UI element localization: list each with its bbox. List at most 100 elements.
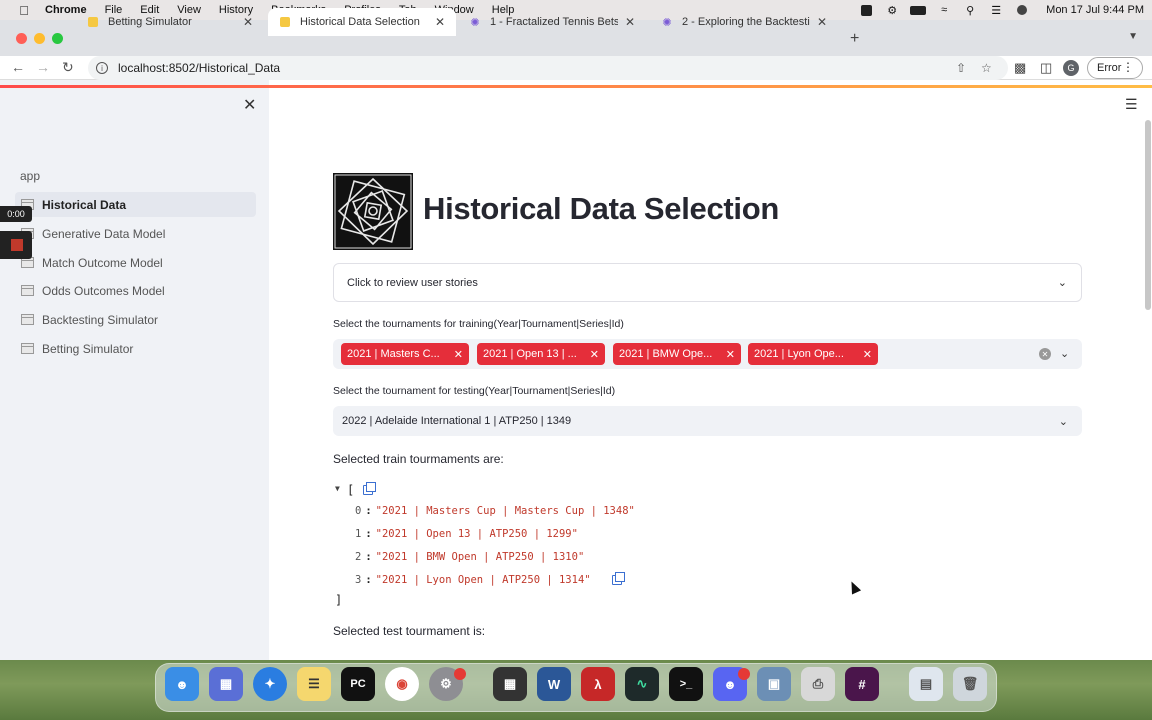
remove-chip-icon[interactable]: ✕ — [454, 348, 463, 361]
close-tab-icon[interactable]: ✕ — [624, 15, 636, 29]
tab-title: Historical Data Selection — [300, 16, 420, 28]
profile-avatar[interactable]: G — [1063, 60, 1079, 76]
json-string: "2021 | Lyon Open | ATP250 | 1314" — [375, 574, 591, 586]
train-tournaments-multiselect[interactable]: 2021 | Masters C... ✕ 2021 | Open 13 | .… — [333, 339, 1082, 369]
slack-icon[interactable]: # — [845, 667, 879, 701]
new-tab-button[interactable]: + — [850, 30, 859, 48]
close-tab-icon[interactable]: ✕ — [816, 15, 828, 29]
minimize-window-button[interactable] — [34, 33, 45, 44]
pycharm-icon[interactable]: PC — [341, 667, 375, 701]
sidebar-item-label: Match Outcome Model — [42, 255, 163, 270]
back-button[interactable]: ← — [11, 59, 25, 75]
page-icon — [21, 285, 34, 296]
chrome-toolbar: ← → ↻ i localhost:8502/Historical_Data ⇧… — [0, 56, 1152, 80]
selected-train-heading: Selected train tourmaments are: — [333, 452, 504, 466]
side-panel-icon[interactable]: ◫ — [1040, 60, 1052, 76]
apple-icon[interactable]:  — [17, 3, 31, 18]
url-text[interactable]: localhost:8502/Historical_Data — [118, 61, 280, 75]
printer-icon[interactable]: ⎙ — [801, 667, 835, 701]
chrome-icon[interactable]: ◉ — [385, 667, 419, 701]
chip-label: 2021 | BMW Ope... — [619, 348, 713, 360]
close-tab-icon[interactable]: ✕ — [242, 15, 254, 29]
error-button[interactable]: Error ⋮ — [1087, 57, 1143, 79]
sidebar-item-historical-data[interactable]: Historical Data — [15, 192, 256, 217]
error-label: Error — [1097, 62, 1122, 74]
remove-chip-icon[interactable]: ✕ — [590, 348, 599, 361]
activity-monitor-icon[interactable]: ∿ — [625, 667, 659, 701]
acrobat-icon[interactable]: λ — [581, 667, 615, 701]
battery-icon[interactable] — [910, 4, 927, 16]
spotlight-search-icon[interactable]: ⚲ — [962, 4, 978, 17]
acrobat-status-icon[interactable] — [858, 4, 874, 16]
site-info-icon[interactable]: i — [96, 62, 108, 74]
collapse-toggle-icon[interactable]: ▼ — [335, 484, 340, 493]
chevron-down-icon[interactable]: ⌄ — [1060, 347, 1069, 360]
tab-notebook-2[interactable]: ✺ 2 - Exploring the Backtesting a ✕ — [650, 8, 838, 36]
bookmark-star-icon[interactable]: ☆ — [981, 61, 992, 75]
page-title: Historical Data Selection — [423, 191, 780, 226]
train-chip[interactable]: 2021 | Open 13 | ... ✕ — [477, 343, 605, 365]
sidebar-item-odds-outcomes-model[interactable]: Odds Outcomes Model — [15, 278, 256, 303]
tab-search-chevron-icon[interactable]: ▼ — [1128, 31, 1138, 42]
sidebar-item-generative-data-model[interactable]: Generative Data Model — [15, 221, 256, 246]
terminal-icon[interactable]: >_ — [669, 667, 703, 701]
remove-chip-icon[interactable]: ✕ — [863, 348, 872, 361]
address-bar[interactable]: i localhost:8502/Historical_Data ⇧ ☆ — [88, 56, 1008, 80]
remove-chip-icon[interactable]: ✕ — [726, 348, 735, 361]
train-chip[interactable]: 2021 | Lyon Ope... ✕ — [748, 343, 878, 365]
tab-title: 1 - Fractalized Tennis Bets Ver — [490, 16, 618, 28]
test-tournament-select[interactable]: 2022 | Adelaide International 1 | ATP250… — [333, 406, 1082, 436]
user-stories-expander[interactable]: Click to review user stories ⌄ — [333, 263, 1082, 302]
downloads-folder-icon[interactable]: ▤ — [909, 667, 943, 701]
tab-title: 2 - Exploring the Backtesting a — [682, 16, 810, 28]
menubar-clock[interactable]: Mon 17 Jul 9:44 PM — [1046, 4, 1144, 16]
clear-all-icon[interactable]: ✕ — [1039, 348, 1051, 360]
launchpad-icon[interactable]: ▦ — [209, 667, 243, 701]
streamlit-icon — [278, 15, 292, 29]
control-center-icon[interactable]: ☰ — [988, 4, 1004, 17]
wifi-icon[interactable]: ≈ — [936, 4, 952, 16]
close-sidebar-icon[interactable]: ✕ — [243, 95, 256, 115]
tab-betting-simulator[interactable]: Betting Simulator ✕ — [76, 8, 264, 36]
gear-status-icon[interactable]: ⚙ — [884, 4, 900, 17]
copy-icon[interactable] — [363, 482, 376, 495]
sidebar-item-label: Historical Data — [42, 197, 127, 212]
preview-icon[interactable]: ▣ — [757, 667, 791, 701]
json-string: "2021 | Open 13 | ATP250 | 1299" — [375, 528, 578, 540]
safari-icon[interactable]: ✦ — [253, 667, 287, 701]
extensions-puzzle-icon[interactable]: ▩ — [1014, 60, 1026, 76]
tab-notebook-1[interactable]: ✺ 1 - Fractalized Tennis Bets Ver ✕ — [458, 8, 646, 36]
share-icon[interactable]: ⇧ — [956, 61, 966, 75]
sidebar-item-betting-simulator[interactable]: Betting Simulator — [15, 336, 256, 361]
calculator-icon[interactable]: ▦ — [493, 667, 527, 701]
zoom-window-button[interactable] — [52, 33, 63, 44]
json-row: 1: "2021 | Open 13 | ATP250 | 1299" — [355, 528, 578, 540]
sidebar-item-backtesting-simulator[interactable]: Backtesting Simulator — [15, 307, 256, 332]
sidebar-item-match-outcome-model[interactable]: Match Outcome Model — [15, 250, 256, 275]
train-chip[interactable]: 2021 | BMW Ope... ✕ — [613, 343, 741, 365]
close-window-button[interactable] — [16, 33, 27, 44]
hamburger-menu-icon[interactable]: ☰ — [1125, 96, 1138, 113]
json-index: 1 — [355, 528, 362, 540]
trash-icon[interactable]: 🗑 — [953, 667, 987, 701]
reload-button[interactable]: ↻ — [62, 59, 74, 76]
window-controls — [16, 33, 63, 44]
copy-icon[interactable] — [612, 572, 625, 585]
tab-historical-data-selection[interactable]: Historical Data Selection ✕ — [268, 8, 456, 36]
page-scrollbar[interactable] — [1145, 120, 1151, 310]
page-icon — [21, 314, 34, 325]
chip-label: 2021 | Lyon Ope... — [754, 348, 844, 360]
recorder-stop-button[interactable] — [0, 231, 32, 259]
finder-icon[interactable]: ☻ — [165, 667, 199, 701]
notes-icon[interactable]: ☰ — [297, 667, 331, 701]
sidebar: ✕ app Historical Data Generative Data Mo… — [0, 80, 269, 660]
sidebar-app-label: app — [20, 169, 41, 183]
sidebar-item-label: Betting Simulator — [42, 341, 134, 356]
train-chip[interactable]: 2021 | Masters C... ✕ — [341, 343, 469, 365]
forward-button[interactable]: → — [36, 59, 50, 75]
app-logo — [333, 173, 413, 250]
siri-icon[interactable] — [1014, 4, 1030, 16]
close-tab-icon[interactable]: ✕ — [434, 15, 446, 29]
more-menu-icon[interactable]: ⋮ — [1122, 60, 1134, 74]
word-icon[interactable]: W — [537, 667, 571, 701]
